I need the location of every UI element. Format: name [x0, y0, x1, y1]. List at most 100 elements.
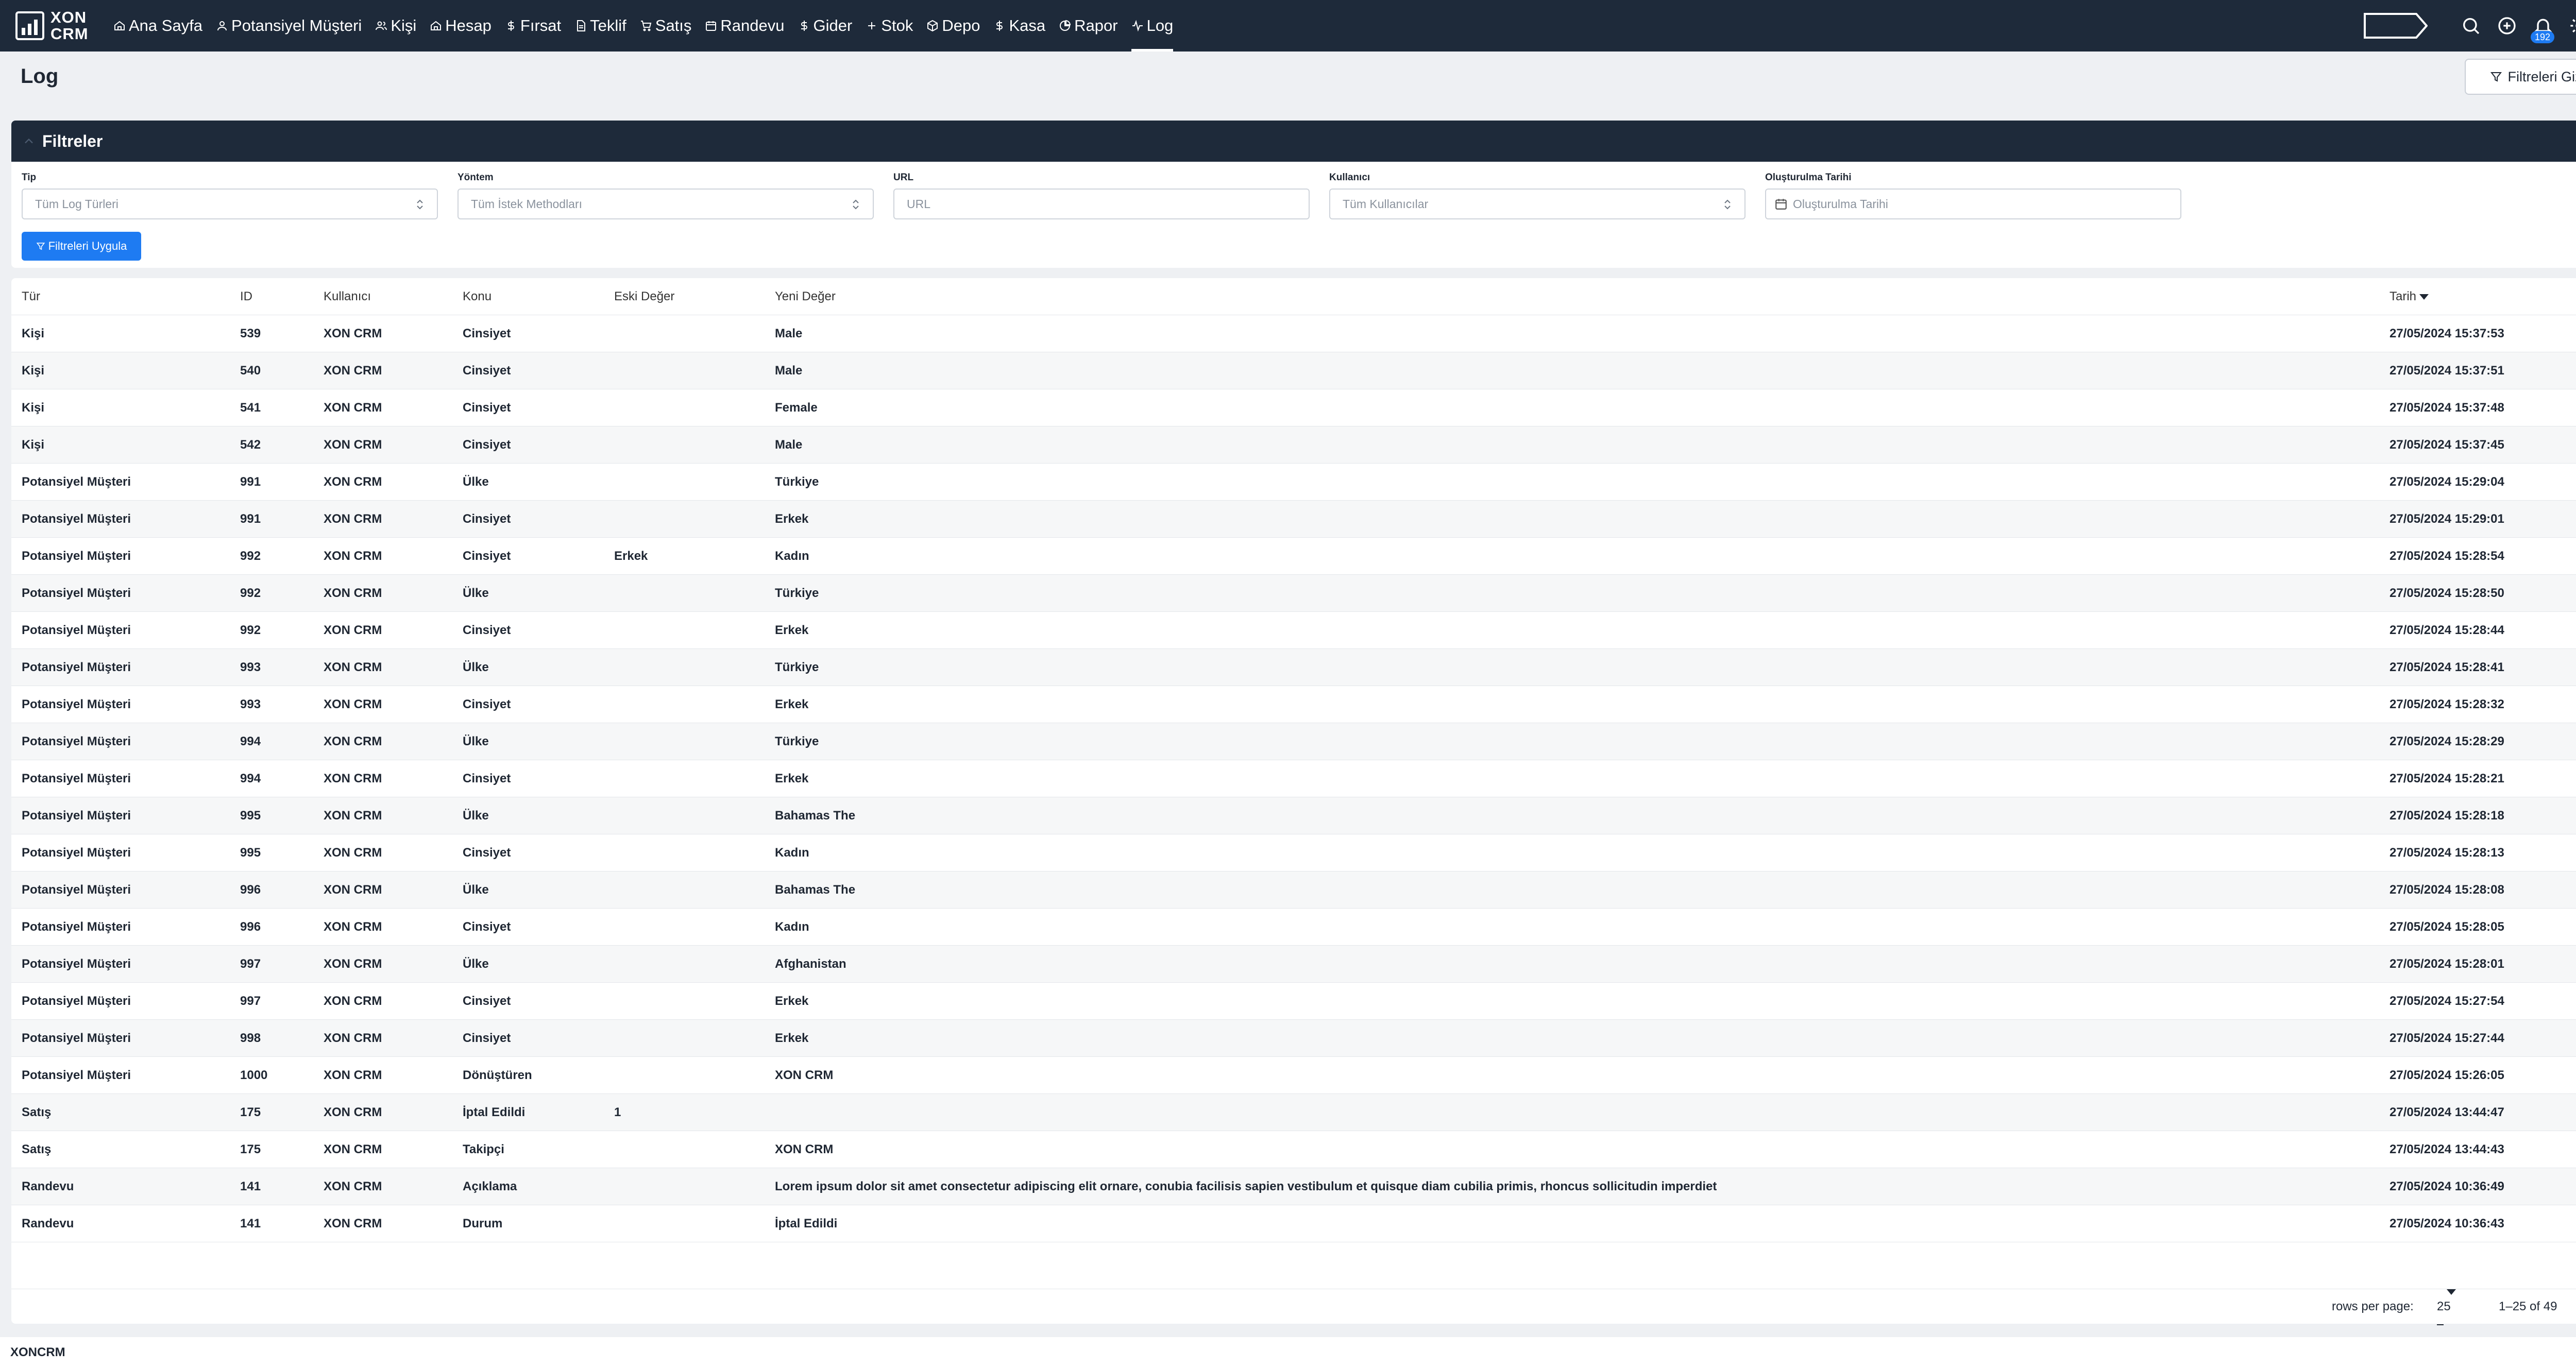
brand-logo[interactable]: XON CRM [15, 7, 89, 44]
table-row[interactable]: Potansiyel Müşteri 992 XON CRM Cinsiyet Erke… [11, 612, 2576, 649]
column-header-user[interactable]: Kullanıcı [324, 278, 371, 315]
pagination-range: 1–25 of 49 [2499, 1299, 2557, 1313]
table-row[interactable]: Potansiyel Müşteri 992 XON CRM Cinsiyet Erke… [11, 538, 2576, 575]
arrow-shape-button[interactable] [2364, 13, 2428, 39]
table-row[interactable]: Kişi 542 XON CRM Cinsiyet Male 27/05/2024 15:… [11, 426, 2576, 464]
cell-user: XON CRM [324, 438, 382, 452]
cell-id: 175 [240, 1105, 261, 1119]
table-row[interactable]: Potansiyel Müşteri 991 XON CRM Ülke Türkiye 2… [11, 464, 2576, 501]
cell-id: 996 [240, 883, 261, 897]
column-header-date[interactable]: Tarih [2389, 278, 2429, 315]
nav-item-kisi[interactable]: Kişi [375, 0, 416, 52]
nav-item-gider[interactable]: Gider [798, 0, 852, 52]
cell-subject: Cinsiyet [463, 846, 511, 860]
table-row[interactable]: Potansiyel Müşteri 997 XON CRM Cinsiyet Erke… [11, 983, 2576, 1020]
cell-id: 540 [240, 364, 261, 378]
nav-item-rapor[interactable]: Rapor [1059, 0, 1118, 52]
apply-filters-button[interactable]: Filtreleri Uygula [22, 232, 141, 261]
cell-subject: Durum [463, 1217, 503, 1230]
method-select[interactable]: Tüm İstek Methodları [457, 189, 874, 219]
table-row[interactable]: Satış 175 XON CRM İptal Edildi 1 27/05/2024 1… [11, 1094, 2576, 1131]
url-input[interactable]: URL [893, 189, 1310, 219]
add-button[interactable] [2497, 15, 2517, 36]
table-row[interactable]: Potansiyel Müşteri 995 XON CRM Ülke Bahamas … [11, 797, 2576, 834]
table-row[interactable]: Potansiyel Müşteri 992 XON CRM Ülke Türkiye 2… [11, 575, 2576, 612]
table-row[interactable]: Potansiyel Müşteri 993 XON CRM Cinsiyet Erke… [11, 686, 2576, 723]
nav-item-stok[interactable]: Stok [866, 0, 913, 52]
nav-item-firsat[interactable]: Fırsat [505, 0, 561, 52]
user-select-value: Tüm Kullanıcılar [1343, 197, 1429, 211]
cell-user: XON CRM [324, 920, 382, 934]
table-row[interactable]: Potansiyel Müşteri 997 XON CRM Ülke Afghanis… [11, 946, 2576, 983]
gear-icon [2570, 19, 2576, 33]
column-header-type[interactable]: Tür [22, 278, 40, 315]
table-row[interactable]: Randevu 141 XON CRM Durum İptal Edildi 27/05/… [11, 1205, 2576, 1242]
cell-type: Potansiyel Müşteri [22, 734, 131, 748]
table-row[interactable]: Potansiyel Müşteri 996 XON CRM Cinsiyet Kadı… [11, 909, 2576, 946]
nav-label: Fırsat [520, 16, 562, 35]
cell-id: 1000 [240, 1068, 268, 1082]
table-row[interactable]: Potansiyel Müşteri 998 XON CRM Cinsiyet Erke… [11, 1020, 2576, 1057]
table-row[interactable]: Potansiyel Müşteri 994 XON CRM Ülke Türkiye 2… [11, 723, 2576, 760]
cell-date: 27/05/2024 15:28:29 [2389, 734, 2504, 748]
user-select[interactable]: Tüm Kullanıcılar [1329, 189, 1745, 219]
column-header-old-value[interactable]: Eski Değer [614, 278, 674, 315]
cell-date: 27/05/2024 15:28:21 [2389, 772, 2504, 785]
type-select[interactable]: Tüm Log Türleri [22, 189, 438, 219]
search-button[interactable] [2461, 15, 2481, 36]
nav-item-log[interactable]: Log [1131, 0, 1173, 52]
brand-line-2: CRM [50, 25, 89, 43]
cell-new: Male [775, 327, 803, 340]
date-header-label: Tarih [2389, 289, 2417, 303]
table-row[interactable]: Satış 175 XON CRM Takipçi XON CRM 27/05/2024 … [11, 1131, 2576, 1168]
cell-user: XON CRM [324, 475, 382, 489]
column-header-subject[interactable]: Konu [463, 278, 492, 315]
table-row[interactable]: Randevu 141 XON CRM Açıklama Lorem ipsum dol… [11, 1168, 2576, 1205]
nav-item-ana-sayfa[interactable]: Ana Sayfa [113, 0, 202, 52]
cell-id: 997 [240, 957, 261, 971]
cell-date: 27/05/2024 15:28:13 [2389, 846, 2504, 860]
cell-date: 27/05/2024 15:28:05 [2389, 920, 2504, 934]
table-row[interactable]: Kişi 541 XON CRM Cinsiyet Female 27/05/2024 1… [11, 389, 2576, 426]
table-row[interactable]: Kişi 540 XON CRM Cinsiyet Male 27/05/2024 15:… [11, 352, 2576, 389]
cell-user: XON CRM [324, 327, 382, 340]
nav-item-potansiyel-musteri[interactable]: Potansiyel Müşteri [216, 0, 362, 52]
table-row[interactable]: Potansiyel Müşteri 995 XON CRM Cinsiyet Kadı… [11, 834, 2576, 871]
cell-new: Erkek [775, 697, 809, 711]
settings-button[interactable] [2569, 15, 2576, 36]
nav-item-satis[interactable]: Satış [640, 0, 691, 52]
cell-user: XON CRM [324, 549, 382, 563]
cell-type: Potansiyel Müşteri [22, 549, 131, 563]
created-date-input[interactable]: Oluşturulma Tarihi [1765, 189, 2181, 219]
apply-filters-label: Filtreleri Uygula [48, 240, 127, 252]
cell-new: Bahamas The [775, 809, 856, 823]
cell-user: XON CRM [324, 401, 382, 415]
chevron-updown-icon [1724, 199, 1731, 210]
table-row[interactable]: Potansiyel Müşteri 991 XON CRM Cinsiyet Erke… [11, 501, 2576, 538]
column-header-id[interactable]: ID [240, 278, 252, 315]
nav-item-depo[interactable]: Depo [926, 0, 980, 52]
nav-item-hesap[interactable]: Hesap [430, 0, 492, 52]
filters-header[interactable]: Filtreler [11, 121, 2576, 162]
nav-item-randevu[interactable]: Randevu [705, 0, 785, 52]
bar-chart-logo-icon [15, 11, 44, 40]
cell-subject: Cinsiyet [463, 623, 511, 637]
dollar-icon [801, 21, 807, 31]
cell-date: 27/05/2024 10:36:43 [2389, 1217, 2504, 1230]
table-row[interactable]: Kişi 539 XON CRM Cinsiyet Male 27/05/2024 15:… [11, 315, 2576, 352]
table-row[interactable]: Potansiyel Müşteri 996 XON CRM Ülke Bahamas … [11, 871, 2576, 909]
cell-date: 27/05/2024 10:36:49 [2389, 1179, 2504, 1193]
nav-item-teklif[interactable]: Teklif [574, 0, 626, 52]
table-row[interactable]: Potansiyel Müşteri 993 XON CRM Ülke Türkiye 2… [11, 649, 2576, 686]
cell-date: 27/05/2024 15:28:18 [2389, 809, 2504, 823]
cell-id: 995 [240, 809, 261, 823]
hide-filters-button[interactable]: Filtreleri Gizle [2465, 59, 2576, 95]
column-header-new-value[interactable]: Yeni Değer [775, 278, 836, 315]
cell-new: Erkek [775, 512, 809, 526]
table-row[interactable]: Potansiyel Müşteri 994 XON CRM Cinsiyet Erke… [11, 760, 2576, 797]
nav-item-kasa[interactable]: Kasa [993, 0, 1045, 52]
notifications-button[interactable]: 192 [2531, 15, 2555, 43]
cell-date: 27/05/2024 15:27:54 [2389, 994, 2504, 1008]
cell-type: Potansiyel Müşteri [22, 586, 131, 600]
table-row[interactable]: Potansiyel Müşteri 1000 XON CRM Dönüştüren X… [11, 1057, 2576, 1094]
